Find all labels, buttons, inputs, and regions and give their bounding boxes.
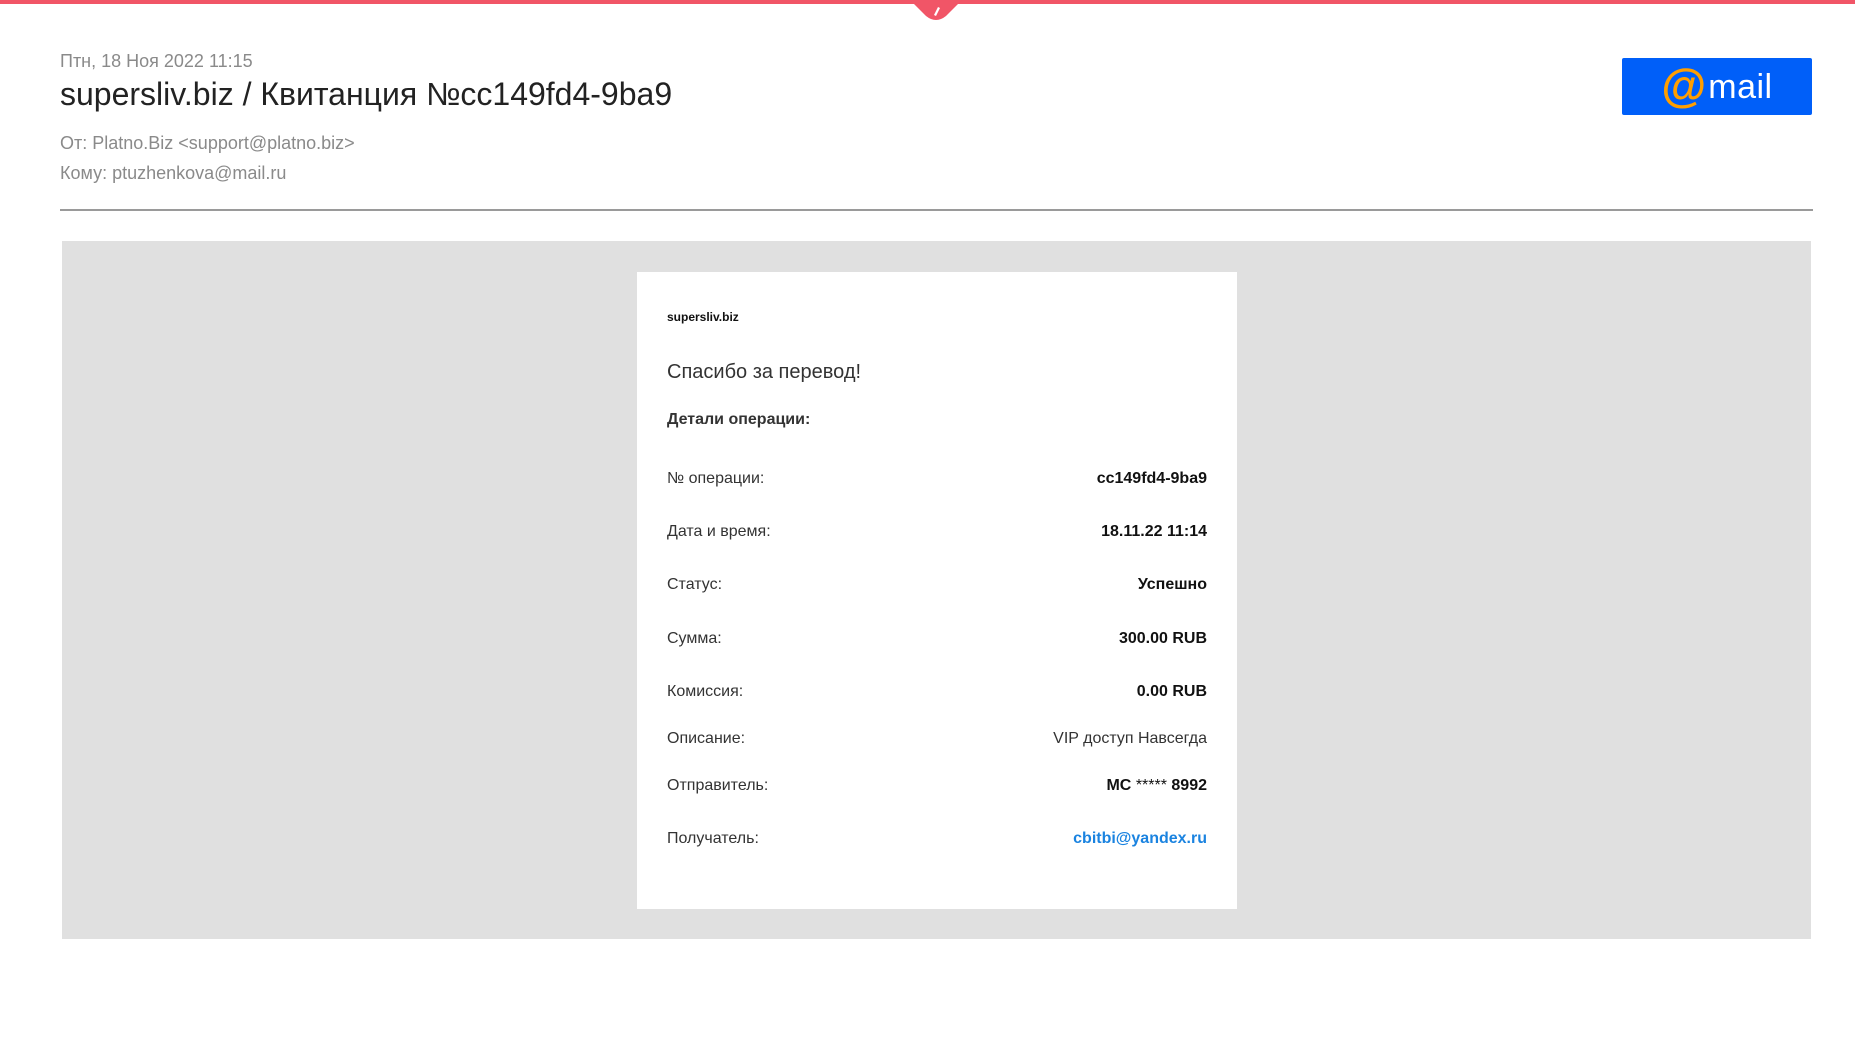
row-label: № операции:: [667, 470, 765, 487]
row-label: Отправитель:: [667, 777, 769, 794]
sender-card-mask: *****: [1135, 777, 1167, 794]
sender-card-prefix: MC: [1106, 777, 1132, 794]
email-to: Кому: ptuzhenkova@mail.ru: [60, 163, 287, 183]
row-label: Сумма:: [667, 630, 722, 647]
row-value: 300.00 RUB: [1118, 630, 1207, 647]
email-date: Птн, 18 Ноя 2022 11:15: [60, 51, 253, 71]
row-amount: Сумма: 300.00 RUB: [667, 628, 1207, 650]
row-status: Статус: Успешно: [667, 574, 1207, 596]
row-value: 18.11.22 11:14: [1101, 523, 1207, 540]
recipient-email-link[interactable]: cbitbi@yandex.ru: [1073, 828, 1207, 850]
row-commission: Комиссия: 0.00 RUB: [667, 681, 1207, 703]
row-operation-number: № операции: cc149fd4-9ba9: [667, 468, 1207, 490]
header-divider: [60, 209, 1813, 211]
sender-card-suffix: 8992: [1171, 777, 1207, 794]
row-label: Получатель:: [667, 830, 759, 847]
row-label: Дата и время:: [667, 523, 771, 540]
receipt-brand: supersliv.biz: [667, 310, 739, 324]
row-recipient: Получатель: cbitbi@yandex.ru: [667, 828, 1207, 850]
row-value: cc149fd4-9ba9: [1096, 470, 1207, 487]
logo-text: mail: [1708, 67, 1773, 106]
receipt-details-title: Детали операции:: [667, 411, 811, 428]
row-sender: Отправитель: MC ***** 8992: [667, 775, 1207, 797]
at-icon: @: [1661, 58, 1707, 111]
row-datetime: Дата и время: 18.11.22 11:14: [667, 521, 1207, 543]
row-value: MC ***** 8992: [1106, 775, 1207, 797]
mail-ru-logo: @ mail: [1622, 58, 1812, 115]
email-from: От: Platno.Biz <support@platno.biz>: [60, 133, 355, 153]
email-header: Птн, 18 Ноя 2022 11:15 supersliv.biz / К…: [60, 50, 1813, 188]
row-value: Успешно: [1137, 576, 1207, 593]
row-label: Комиссия:: [667, 683, 744, 700]
receipt-thanks-text: Спасибо за перевод!: [667, 361, 862, 383]
row-label: Статус:: [667, 576, 723, 593]
print-marker-icon: [910, 0, 962, 20]
row-value: VIP доступ Навсегда: [1053, 730, 1207, 747]
row-label: Описание:: [667, 730, 746, 747]
email-subject: supersliv.biz / Квитанция №cc149fd4-9ba9: [60, 76, 673, 112]
row-value: 0.00 RUB: [1136, 683, 1207, 700]
row-description: Описание: VIP доступ Навсегда: [667, 728, 1207, 750]
receipt-card: supersliv.biz Спасибо за перевод! Детали…: [637, 272, 1237, 909]
